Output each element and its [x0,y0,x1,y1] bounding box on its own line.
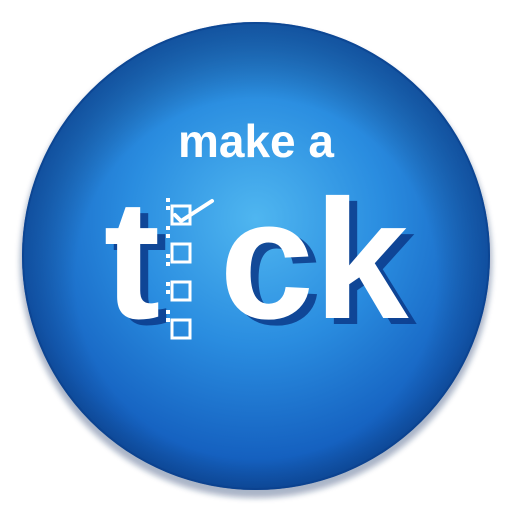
dot [166,206,170,210]
tagline-text: make a [178,115,334,167]
dot [166,234,170,238]
make-a-tick-logo: make a t t ck ck [0,0,512,512]
dot [166,226,170,230]
dot [166,262,170,266]
dot [166,282,170,286]
letter-t: t [104,165,161,355]
logo-badge: make a t t ck ck [20,22,492,498]
letters-ck: ck [219,165,409,355]
dot [166,318,170,322]
dot [166,310,170,314]
dot [166,290,170,294]
dot [166,198,170,202]
dot [166,254,170,258]
